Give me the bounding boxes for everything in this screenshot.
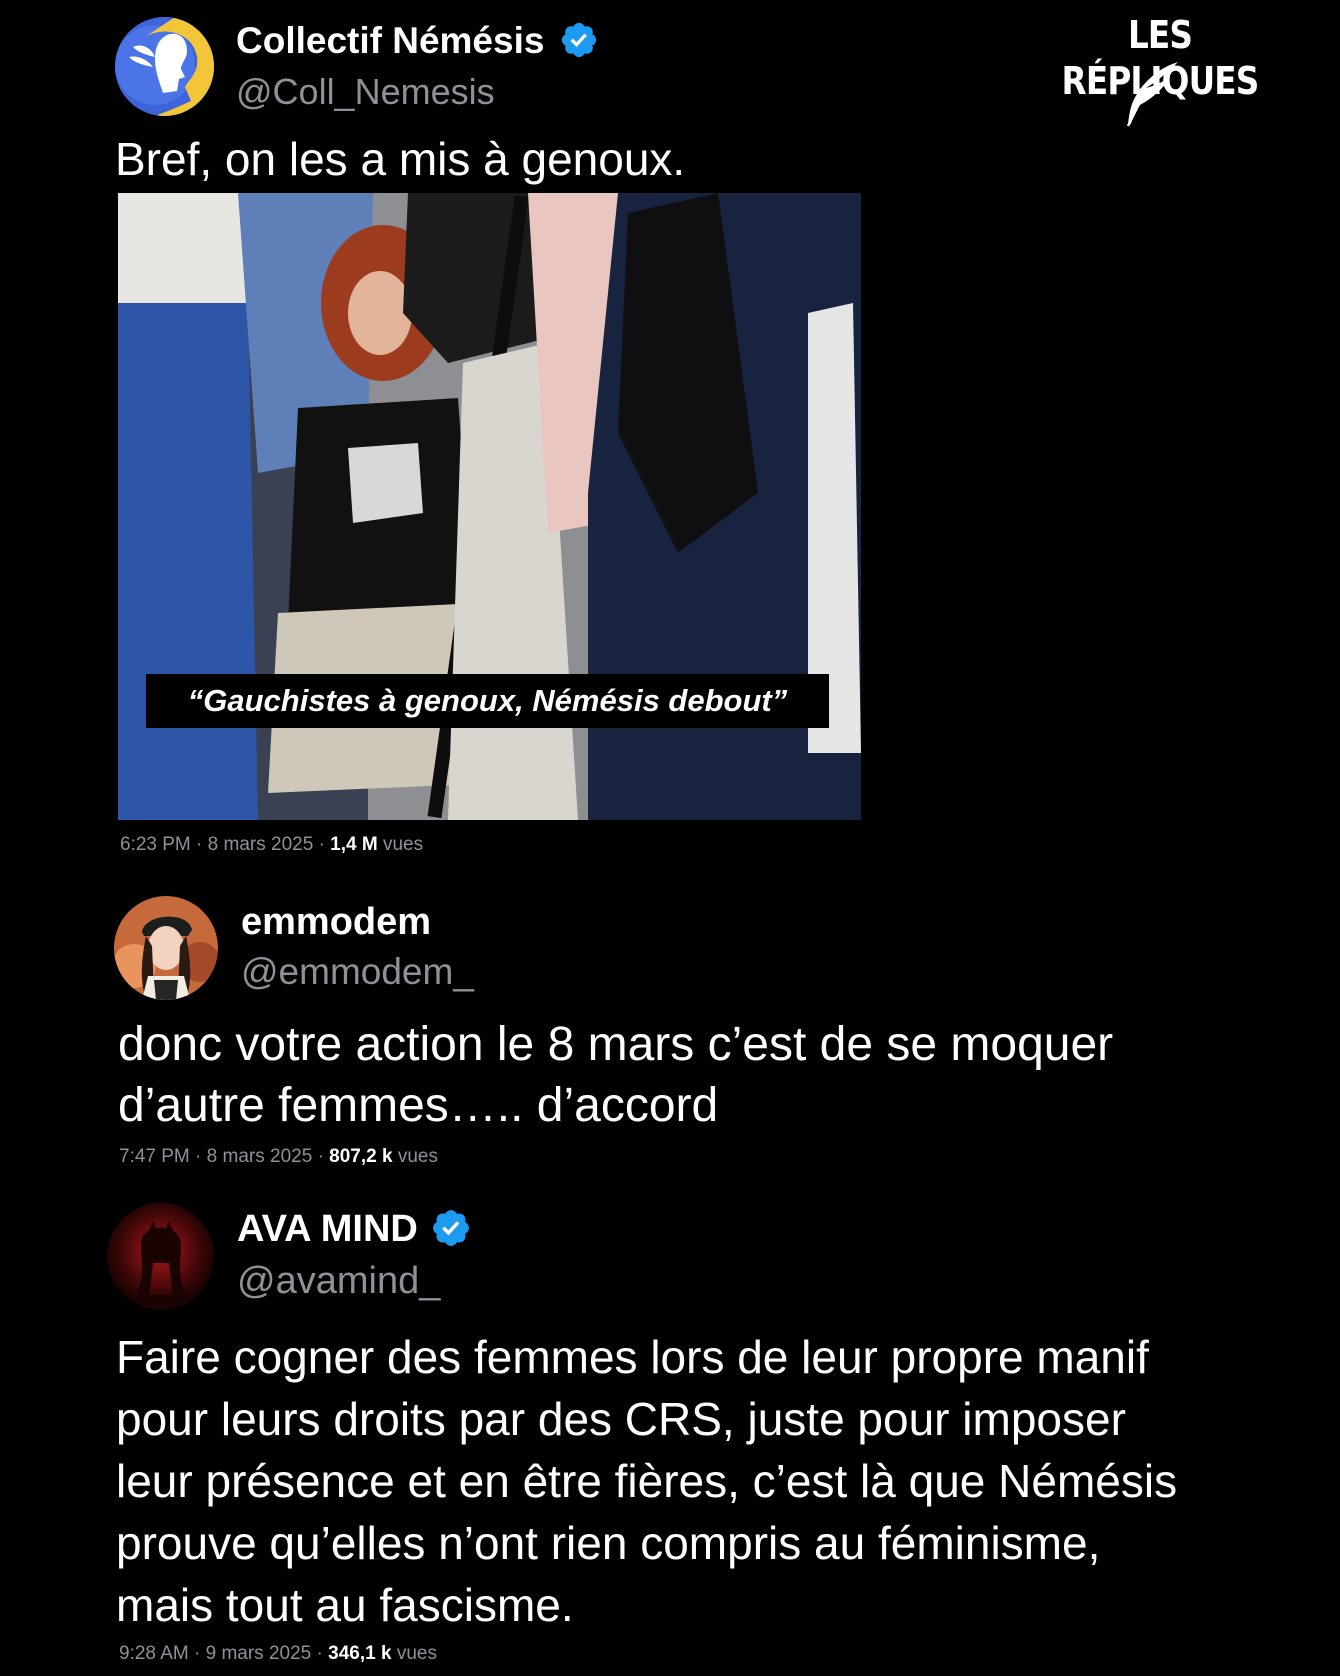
brand-logo: LES RÉPLIQUES	[1010, 12, 1310, 127]
avatar-image	[115, 17, 214, 116]
views-label: vues	[382, 834, 424, 855]
tweet-date[interactable]: 8 mars 2025	[207, 1146, 313, 1167]
verified-badge-icon	[433, 1210, 470, 1246]
tweet-date[interactable]: 9 mars 2025	[206, 1643, 312, 1664]
verified-badge-icon	[561, 23, 596, 58]
avatar-image	[114, 896, 218, 1000]
author-name[interactable]: emmodem	[241, 899, 431, 945]
tweet-time[interactable]: 6:23 PM	[120, 834, 191, 855]
tweet-text-line: mais tout au fascisme.	[116, 1579, 574, 1631]
tweet-text: Bref, on les a mis à genoux.	[115, 133, 686, 185]
views-label: vues	[396, 1643, 437, 1664]
views-count: 1,4 M	[330, 834, 378, 855]
author-name[interactable]: Collectif Némésis	[236, 18, 599, 64]
tweet-text-line: d’autre femmes….. d’accord	[118, 1079, 719, 1132]
avatar-image	[107, 1203, 214, 1310]
meta-separator: ·	[196, 834, 203, 855]
views-label: vues	[397, 1146, 438, 1167]
tweet-text: donc votre action le 8 mars c’est de se …	[118, 1014, 1113, 1136]
tweet-text-line: donc votre action le 8 mars c’est de se …	[118, 1018, 1114, 1071]
media-caption: “Gauchistes à genoux, Némésis debout”	[187, 683, 788, 718]
author-handle[interactable]: @emmodem_	[241, 949, 474, 995]
views-count: 346,1 k	[328, 1643, 392, 1664]
meta-separator: ·	[316, 1643, 323, 1664]
tweet-time[interactable]: 7:47 PM	[119, 1146, 190, 1167]
tweet-meta: 7:47 PM · 8 mars 2025 · 807,2 k vues	[119, 1146, 438, 1168]
tweet-time[interactable]: 9:28 AM	[119, 1643, 189, 1664]
media-caption-box: “Gauchistes à genoux, Némésis debout”	[146, 674, 829, 728]
author-name[interactable]: AVA MIND	[237, 1205, 472, 1253]
meta-separator: ·	[195, 1146, 202, 1167]
meta-separator: ·	[318, 834, 325, 855]
author-handle[interactable]: @avamind_	[237, 1257, 440, 1305]
tweet-media[interactable]: “Gauchistes à genoux, Némésis debout”	[118, 193, 861, 820]
tweet-text-line: Faire cogner des femmes lors de leur pro…	[116, 1331, 1149, 1383]
meta-separator: ·	[317, 1146, 324, 1167]
tweet-text-line: leur présence et en être fières, c’est l…	[116, 1455, 1178, 1507]
views-count: 807,2 k	[329, 1146, 393, 1167]
tweet-meta: 9:28 AM · 9 mars 2025 · 346,1 k vues	[119, 1643, 437, 1665]
author-name-text: Collectif Némésis	[236, 20, 545, 61]
avatar[interactable]	[115, 17, 214, 116]
meta-separator: ·	[194, 1643, 201, 1664]
tweet-date[interactable]: 8 mars 2025	[208, 834, 314, 855]
avatar[interactable]	[107, 1203, 214, 1310]
author-name-text: AVA MIND	[237, 1208, 418, 1250]
avatar[interactable]	[114, 896, 218, 1000]
quill-icon	[1126, 62, 1178, 127]
tweet-meta: 6:23 PM · 8 mars 2025 · 1,4 M vues	[120, 834, 423, 856]
author-handle[interactable]: @Coll_Nemesis	[236, 70, 495, 114]
tweet-text-line: prouve qu’elles n’ont rien compris au fé…	[116, 1517, 1101, 1569]
tweet-text-line: pour leurs droits par des CRS, juste pou…	[116, 1393, 1126, 1445]
tweet-text: Faire cogner des femmes lors de leur pro…	[116, 1326, 1177, 1636]
